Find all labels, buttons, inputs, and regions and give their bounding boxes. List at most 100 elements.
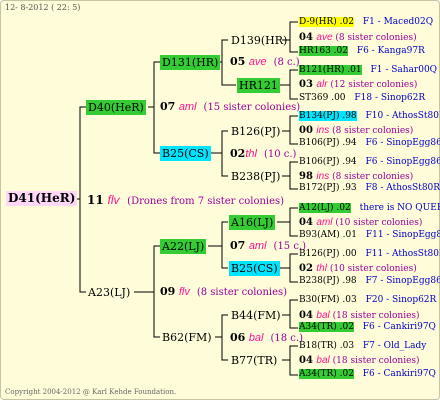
leaf-ancestor[interactable]: A34(TR) .02 F6 - Cankiri97Q [298, 369, 437, 380]
leaf-note: 02 thl (10 sister colonies) [298, 263, 418, 275]
gen3-c-code: aml [248, 240, 267, 252]
leaf-note: 04 aml (10 sister colonies) [298, 217, 423, 229]
leaf-ref: F11 - SinopEgg86R [365, 230, 440, 240]
leaf-note-number: 04 [299, 355, 317, 366]
root-code: flv [107, 193, 120, 207]
leaf-note-number: 02 [299, 263, 317, 274]
leaf-ref: F7 - SinopEgg86R [362, 276, 440, 286]
leaf-id: B106(PJ) .94 [299, 138, 357, 148]
leaf-note: 04 ave (8 sister colonies) [298, 32, 418, 44]
gen3-a-queen[interactable]: D131(HR) [160, 55, 221, 70]
leaf-ancestor[interactable]: B238(PJ) .98 F7 - SinopEgg86R [298, 276, 440, 287]
gen3-a-note: (8 c.) [273, 57, 300, 68]
leaf-ref: F1 - Sahar00Q [367, 65, 438, 75]
leaf-id: B126(PJ) .00 [299, 249, 357, 259]
leaf-ancestor[interactable]: B30(FM) .03 F20 - Sinop62R [298, 295, 437, 306]
report-date: 12- 8-2012 ( 22: 5) [5, 3, 81, 12]
leaf-ancestor[interactable]: B106(PJ) .94 F6 - SinopEgg86R [298, 138, 440, 149]
leaf-note-number: 98 [299, 171, 317, 182]
gen3-b-queen[interactable]: B25(CS) [160, 146, 211, 161]
gen3-d-label: B62(FM) [162, 331, 212, 344]
gen3-b-label: B25(CS) [162, 147, 209, 160]
leaf-note-code: thl [316, 263, 327, 274]
leaf-note-code: aml [316, 217, 333, 228]
leaf-ref: F10 - AthosSt80R [362, 111, 440, 121]
leaf-id: A34(TR) .02 [299, 369, 354, 379]
gen3-d-code: bal [248, 332, 264, 344]
leaf-note: 00 ins (8 sister colonies) [298, 125, 414, 137]
gen4-d1-queen[interactable]: B44(FM) [229, 308, 283, 323]
leaf-note-text: (8 sister colonies) [332, 33, 417, 43]
leaf-ref: there is NO QUEEN [359, 203, 440, 213]
mother-number: 07 [160, 100, 176, 113]
leaf-note-code: bal [316, 310, 330, 321]
gen3-d-queen[interactable]: B62(FM) [160, 330, 214, 345]
gen3-a-number: 05 [230, 55, 246, 68]
root-queen-label: D41(HeR) [8, 191, 76, 205]
leaf-note-number: 00 [299, 125, 317, 136]
leaf-id: B93(AM) .01 [299, 230, 357, 240]
root-queen[interactable]: D41(HeR) [6, 191, 78, 206]
gen4-b2-label: B238(PJ) [231, 170, 281, 183]
gen3-c-number: 07 [230, 239, 246, 252]
leaf-id: B172(PJ) .93 [299, 183, 357, 193]
mother-father-number: 09 [160, 285, 176, 298]
mother-note: (15 sister colonies) [203, 102, 301, 113]
leaf-ref: F8 - AthosSt80R [362, 183, 440, 193]
root-drone-info: 11 flv (Drones from 7 sister colonies) [87, 194, 284, 207]
leaf-ancestor[interactable]: A34(TR) .02 F6 - Cankiri97Q [298, 322, 437, 333]
leaf-ancestor[interactable]: ST369 .00 F18 - Sinop62R [298, 93, 426, 104]
leaf-note-code: bal [316, 355, 330, 366]
root-number: 11 [87, 193, 104, 207]
leaf-id: D-9(HR) .02 [299, 17, 354, 27]
leaf-ancestor[interactable]: B126(PJ) .00 F11 - AthosSt80R [298, 249, 440, 260]
gen4-c2-queen[interactable]: B25(CS) [229, 261, 280, 276]
gen4-d2-label: B77(TR) [231, 354, 278, 367]
mother-queen[interactable]: D40(HeR) [86, 100, 146, 115]
leaf-id: B134(PJ) .98 [299, 111, 357, 121]
leaf-ancestor[interactable]: HR163 .02 F6 - Kanga97R [298, 46, 426, 57]
leaf-ancestor[interactable]: B172(PJ) .93 F8 - AthosSt80R [298, 183, 440, 194]
gen4-a2-queen[interactable]: HR121 [237, 78, 280, 93]
leaf-note-number: 03 [299, 79, 317, 90]
mother-father-info: 09 flv (8 sister colonies) [160, 286, 287, 298]
leaf-note-number: 04 [299, 32, 317, 43]
gen4-d1-label: B44(FM) [231, 309, 281, 322]
leaf-ref: F11 - AthosSt80R [362, 249, 440, 259]
leaf-note: 98 ins (8 sister colonies) [298, 171, 414, 183]
leaf-ref: F6 - SinopEgg86R [362, 157, 440, 167]
gen3-c-queen[interactable]: A22(LJ) [160, 239, 207, 254]
leaf-ref: F6 - SinopEgg86R [362, 138, 440, 148]
leaf-ref: F6 - Cankiri97Q [359, 322, 436, 332]
gen3-b-note: (10 c.) [263, 149, 297, 160]
mother-father-label: A23(LJ) [88, 286, 131, 299]
leaf-note-code: ins [316, 171, 330, 182]
gen3-c-info: 07 aml (15 c.) [230, 240, 306, 252]
gen4-b2-queen[interactable]: B238(PJ) [229, 169, 282, 184]
gen4-a2-label: HR121 [239, 79, 278, 92]
leaf-ancestor[interactable]: B93(AM) .01 F11 - SinopEgg86R [298, 230, 440, 241]
leaf-id: B30(FM) .03 [299, 295, 357, 305]
gen4-c1-label: A16(LJ) [231, 216, 274, 229]
gen4-c1-queen[interactable]: A16(LJ) [229, 215, 276, 230]
gen3-c-label: A22(LJ) [162, 240, 205, 253]
leaf-ancestor[interactable]: B106(PJ) .94 F6 - SinopEgg86R [298, 157, 440, 168]
gen4-a1-queen[interactable]: D139(HR) [229, 33, 289, 48]
mother-father[interactable]: A23(LJ) [86, 285, 132, 300]
leaf-ancestor[interactable]: A12(LJ) .02 there is NO QUEEN [298, 203, 440, 214]
leaf-id: B106(PJ) .94 [299, 157, 357, 167]
mother-label: D40(HeR) [88, 101, 144, 114]
leaf-ancestor[interactable]: B18(TR) .03 F7 - Old_Lady [298, 341, 427, 352]
gen4-d2-queen[interactable]: B77(TR) [229, 353, 279, 368]
leaf-id: ST369 .00 [299, 93, 346, 103]
gen4-b1-queen[interactable]: B126(PJ) [229, 124, 282, 139]
leaf-ref: F6 - Cankiri97Q [359, 369, 436, 379]
mother-info: 07 aml (15 sister colonies) [160, 101, 300, 113]
leaf-note-number: 04 [299, 217, 317, 228]
gen3-a-info: 05 ave (8 c.) [230, 56, 300, 68]
mother-father-code: flv [178, 286, 190, 298]
leaf-ancestor[interactable]: B121(HR) .01 F1 - Sahar00Q [298, 65, 438, 76]
leaf-ancestor[interactable]: B134(PJ) .98 F10 - AthosSt80R [298, 111, 440, 122]
leaf-ancestor[interactable]: D-9(HR) .02 F1 - Maced02Q [298, 17, 434, 28]
leaf-note-text: (10 sister colonies) [332, 218, 423, 228]
